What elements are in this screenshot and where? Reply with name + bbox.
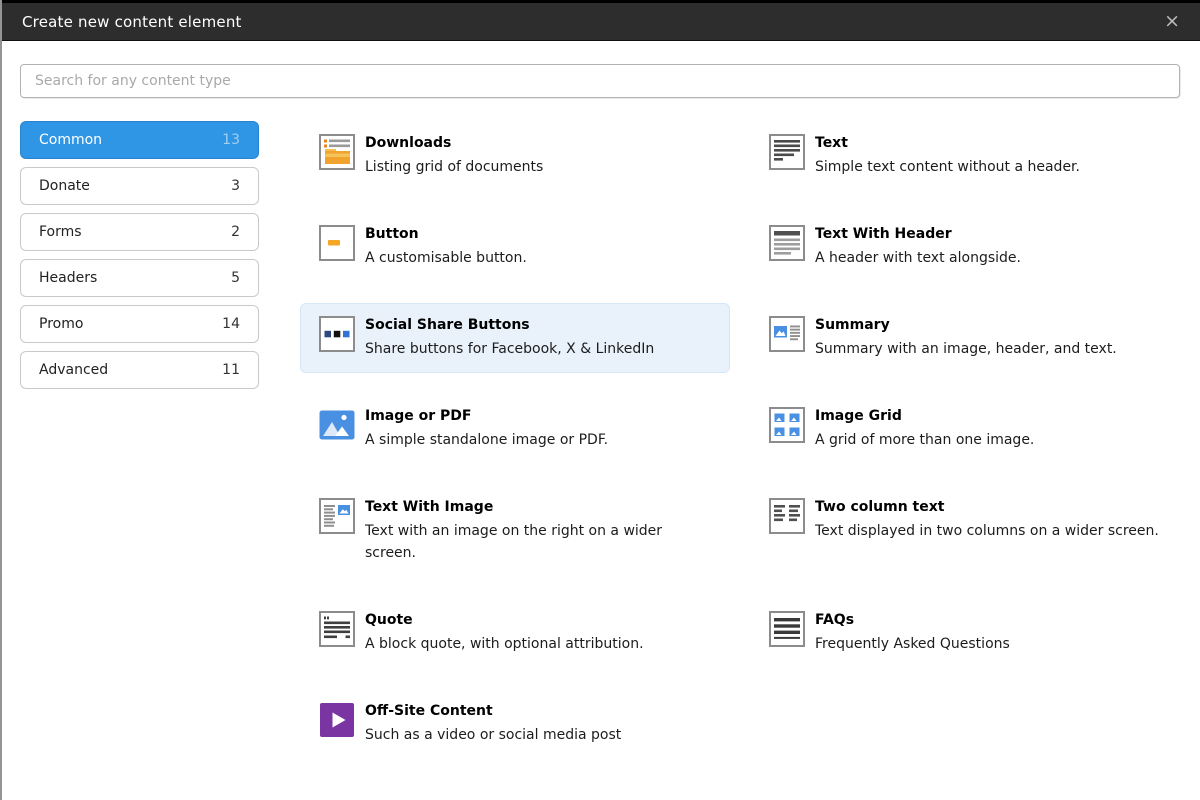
text-with-header-icon bbox=[769, 225, 805, 261]
item-description: Text displayed in two columns on a wider… bbox=[815, 523, 1159, 539]
item-text: Two column text Text displayed in two col… bbox=[815, 498, 1159, 564]
item-description: Such as a video or social media post bbox=[365, 727, 622, 743]
item-title: Quote bbox=[365, 612, 413, 628]
item-title: Social Share Buttons bbox=[365, 317, 530, 333]
content-item-text[interactable]: Text Simple text content without a header… bbox=[750, 121, 1180, 191]
item-text: Text With Header A header with text along… bbox=[815, 225, 1021, 269]
item-text: Social Share Buttons Share buttons for Fa… bbox=[365, 316, 654, 360]
sidebar-item-headers[interactable]: Headers 5 bbox=[20, 259, 259, 297]
category-label: Common bbox=[39, 132, 103, 148]
category-count: 11 bbox=[222, 362, 240, 378]
item-text: FAQs Frequently Asked Questions bbox=[815, 611, 1010, 655]
category-label: Forms bbox=[39, 224, 82, 240]
item-title: Text bbox=[815, 135, 848, 151]
item-text: Text Simple text content without a header… bbox=[815, 134, 1080, 178]
content-type-grid: Downloads Listing grid of documents Text Si… bbox=[300, 121, 1180, 759]
category-sidebar: Common 13 Donate 3 Forms 2 Headers 5 Promo 14 Adva… bbox=[20, 121, 259, 397]
category-count: 13 bbox=[222, 132, 240, 148]
faqs-icon bbox=[769, 611, 805, 647]
sidebar-item-donate[interactable]: Donate 3 bbox=[20, 167, 259, 205]
search-input[interactable] bbox=[20, 64, 1180, 98]
summary-icon bbox=[769, 316, 805, 352]
sidebar-item-common[interactable]: Common 13 bbox=[20, 121, 259, 159]
close-icon[interactable]: × bbox=[1164, 12, 1180, 31]
item-text: Text With Image Text with an image on the… bbox=[365, 498, 711, 564]
item-text: Off-Site Content Such as a video or socia… bbox=[365, 702, 621, 746]
item-title: FAQs bbox=[815, 612, 855, 628]
item-title: Off-Site Content bbox=[365, 703, 493, 719]
off-site-content-icon bbox=[319, 702, 355, 738]
item-description: Frequently Asked Questions bbox=[815, 636, 1010, 652]
content-item-downloads[interactable]: Downloads Listing grid of documents bbox=[300, 121, 730, 191]
social-share-icon bbox=[319, 316, 355, 352]
content-item-image-or-pdf[interactable]: Image or PDF A simple standalone image or… bbox=[300, 394, 730, 464]
item-text: Image Grid A grid of more than one image. bbox=[815, 407, 1034, 451]
modal-body: Common 13 Donate 3 Forms 2 Headers 5 Promo 14 Adva… bbox=[2, 98, 1200, 759]
content-item-text-with-image[interactable]: Text With Image Text with an image on the… bbox=[300, 485, 730, 577]
content-item-quote[interactable]: Quote A block quote, with optional attrib… bbox=[300, 598, 730, 668]
item-title: Two column text bbox=[815, 499, 945, 515]
item-title: Summary bbox=[815, 317, 890, 333]
category-label: Headers bbox=[39, 270, 98, 286]
text-with-image-icon bbox=[319, 498, 355, 534]
content-item-off-site-content[interactable]: Off-Site Content Such as a video or socia… bbox=[300, 689, 730, 759]
item-title: Text With Header bbox=[815, 226, 952, 242]
category-count: 2 bbox=[231, 224, 240, 240]
image-or-pdf-icon bbox=[319, 407, 355, 443]
sidebar-item-forms[interactable]: Forms 2 bbox=[20, 213, 259, 251]
content-item-summary[interactable]: Summary Summary with an image, header, an… bbox=[750, 303, 1180, 373]
category-count: 14 bbox=[222, 316, 240, 332]
sidebar-item-advanced[interactable]: Advanced 11 bbox=[20, 351, 259, 389]
category-label: Advanced bbox=[39, 362, 109, 378]
item-description: Summary with an image, header, and text. bbox=[815, 341, 1117, 357]
modal-title: Create new content element bbox=[22, 12, 242, 31]
item-description: Share buttons for Facebook, X & LinkedIn bbox=[365, 341, 655, 357]
item-description: A header with text alongside. bbox=[815, 250, 1021, 266]
category-label: Donate bbox=[39, 178, 90, 194]
item-description: Listing grid of documents bbox=[365, 159, 544, 175]
modal-header: Create new content element × bbox=[2, 0, 1200, 41]
item-text: Image or PDF A simple standalone image or… bbox=[365, 407, 608, 451]
image-grid-icon bbox=[769, 407, 805, 443]
content-item-two-column-text[interactable]: Two column text Text displayed in two col… bbox=[750, 485, 1180, 577]
sidebar-item-promo[interactable]: Promo 14 bbox=[20, 305, 259, 343]
content-item-button[interactable]: Button A customisable button. bbox=[300, 212, 730, 282]
two-column-text-icon bbox=[769, 498, 805, 534]
item-title: Image or PDF bbox=[365, 408, 472, 424]
item-title: Text With Image bbox=[365, 499, 494, 515]
item-description: A customisable button. bbox=[365, 250, 527, 266]
category-count: 5 bbox=[231, 270, 240, 286]
content-item-text-with-header[interactable]: Text With Header A header with text along… bbox=[750, 212, 1180, 282]
item-text: Downloads Listing grid of documents bbox=[365, 134, 543, 178]
item-description: Text with an image on the right on a wid… bbox=[365, 523, 663, 561]
text-icon bbox=[769, 134, 805, 170]
item-description: Simple text content without a header. bbox=[815, 159, 1080, 175]
item-text: Quote A block quote, with optional attrib… bbox=[365, 611, 644, 655]
item-description: A simple standalone image or PDF. bbox=[365, 432, 609, 448]
item-title: Downloads bbox=[365, 135, 452, 151]
create-content-modal: Create new content element × Common 13 Don… bbox=[0, 0, 1200, 800]
category-label: Promo bbox=[39, 316, 84, 332]
content-item-social-share-buttons[interactable]: Social Share Buttons Share buttons for Fa… bbox=[300, 303, 730, 373]
item-text: Button A customisable button. bbox=[365, 225, 527, 269]
content-item-faqs[interactable]: FAQs Frequently Asked Questions bbox=[750, 598, 1180, 668]
item-title: Image Grid bbox=[815, 408, 902, 424]
search-row bbox=[2, 41, 1200, 98]
quote-icon bbox=[319, 611, 355, 647]
item-description: A block quote, with optional attribution… bbox=[365, 636, 644, 652]
item-description: A grid of more than one image. bbox=[815, 432, 1035, 448]
content-item-image-grid[interactable]: Image Grid A grid of more than one image. bbox=[750, 394, 1180, 464]
button-icon bbox=[319, 225, 355, 261]
downloads-icon bbox=[319, 134, 355, 170]
item-title: Button bbox=[365, 226, 419, 242]
item-text: Summary Summary with an image, header, an… bbox=[815, 316, 1117, 360]
category-count: 3 bbox=[231, 178, 240, 194]
